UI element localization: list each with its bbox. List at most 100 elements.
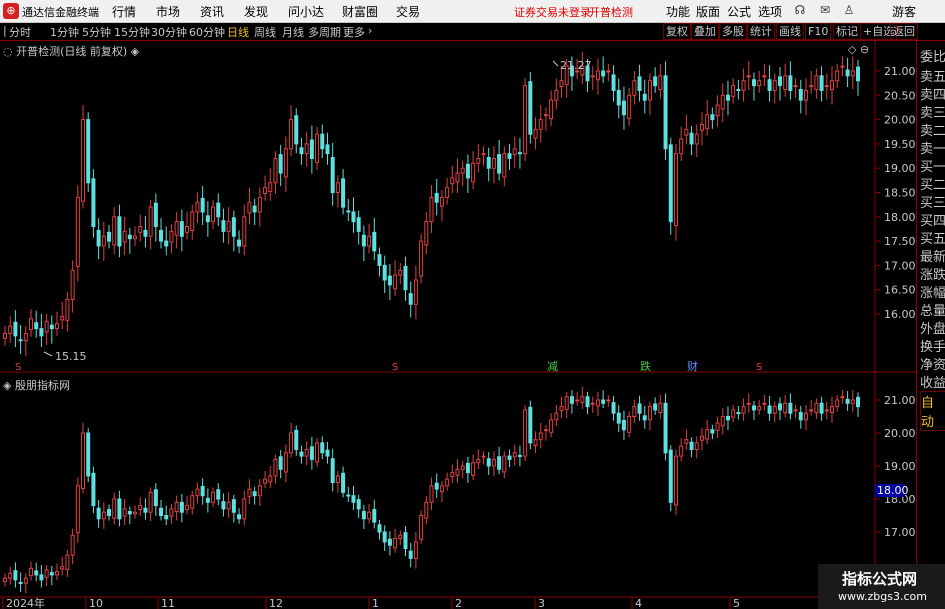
menu-ask-xiaoda[interactable]: 问小达 bbox=[288, 3, 324, 20]
main-candle bbox=[653, 67, 658, 93]
sub-candle bbox=[55, 563, 60, 580]
main-panel-controls[interactable]: ◇ ⊖ bbox=[848, 43, 869, 56]
period-15min[interactable]: 15分钟 bbox=[114, 24, 150, 40]
sub-candle bbox=[569, 390, 574, 414]
main-body bbox=[273, 157, 278, 184]
circle-dot-icon[interactable]: ◌ bbox=[3, 45, 16, 58]
sidebar-item-earnings[interactable]: 收益 bbox=[920, 372, 945, 391]
period-daily[interactable]: 日线 bbox=[227, 24, 249, 40]
sidebar-item-sell3[interactable]: 卖三 bbox=[920, 102, 945, 121]
sidebar-item-sell1[interactable]: 卖一 bbox=[920, 138, 945, 157]
sub-candle bbox=[304, 441, 309, 466]
menu-formula[interactable]: 公式 bbox=[727, 3, 751, 20]
period-5min[interactable]: 5分钟 bbox=[82, 24, 111, 40]
main-body bbox=[55, 323, 60, 330]
overlay-button[interactable]: 叠加 bbox=[691, 23, 719, 40]
sub-body bbox=[819, 402, 824, 414]
main-body bbox=[803, 89, 808, 101]
headset-icon[interactable]: ☊ bbox=[793, 2, 807, 18]
menu-wealth-circle[interactable]: 财富圈 bbox=[342, 3, 378, 20]
menu-discover[interactable]: 发现 bbox=[244, 3, 268, 20]
sub-body bbox=[569, 396, 574, 404]
toolbar-left-arrow-icon[interactable]: | bbox=[3, 24, 7, 37]
menu-quotes[interactable]: 行情 bbox=[112, 3, 136, 20]
kline-chart[interactable]: 16.00 16.50 17.00 17.50 18.00 18.50 19.00 19.50… bbox=[0, 40, 916, 609]
main-body bbox=[294, 115, 299, 145]
sub-body bbox=[429, 485, 434, 503]
sidebar-item-buy3[interactable]: 买三 bbox=[920, 192, 945, 211]
chevron-right-icon[interactable]: › bbox=[368, 24, 372, 37]
sub-candle bbox=[538, 423, 543, 449]
sub-body bbox=[330, 458, 335, 483]
sub-candle bbox=[367, 503, 372, 524]
period-more[interactable]: 更多 bbox=[343, 24, 365, 40]
sub-candle bbox=[81, 423, 86, 494]
f10-button[interactable]: F10 bbox=[805, 23, 832, 40]
period-weekly[interactable]: 周线 bbox=[254, 24, 276, 40]
sidebar-item-net-assets[interactable]: 净资 bbox=[920, 354, 945, 373]
dropdown-icon[interactable]: ◈ bbox=[3, 379, 15, 392]
sub-body bbox=[502, 455, 507, 473]
sidebar-item-outer[interactable]: 外盘 bbox=[920, 318, 945, 337]
sub-candle bbox=[751, 400, 756, 421]
main-candle bbox=[845, 57, 850, 88]
period-30min[interactable]: 30分钟 bbox=[151, 24, 187, 40]
sub-candle bbox=[653, 397, 658, 415]
period-monthly[interactable]: 月线 bbox=[282, 24, 304, 40]
shirt-icon[interactable]: ♙ bbox=[842, 2, 856, 18]
guest-label[interactable]: 游客 bbox=[892, 3, 916, 20]
sub-candle bbox=[762, 395, 767, 411]
menu-function[interactable]: 功能 bbox=[666, 3, 690, 20]
period-intraday[interactable]: 分时 bbox=[9, 24, 31, 40]
sidebar-item-weibi[interactable]: 委比 bbox=[920, 46, 945, 65]
sidebar-item-latest[interactable]: 最新 bbox=[920, 246, 945, 265]
mail-icon[interactable]: ✉ bbox=[818, 2, 832, 18]
main-body bbox=[231, 217, 236, 237]
sidebar-item-sell5[interactable]: 卖五 bbox=[920, 66, 945, 85]
main-body bbox=[439, 196, 444, 207]
period-60min[interactable]: 60分钟 bbox=[189, 24, 225, 40]
sub-body bbox=[424, 501, 429, 519]
menu-layout[interactable]: 版面 bbox=[696, 3, 720, 20]
sub-body bbox=[642, 415, 647, 421]
mark-button[interactable]: 标记 bbox=[833, 23, 861, 40]
statistics-button[interactable]: 统计 bbox=[747, 23, 775, 40]
menu-news[interactable]: 资讯 bbox=[200, 3, 224, 20]
main-candle bbox=[601, 56, 606, 84]
sub-body bbox=[829, 406, 834, 414]
main-body bbox=[242, 216, 247, 247]
sidebar-item-turnover[interactable]: 换手 bbox=[920, 336, 945, 355]
settings-icon[interactable]: ◈ bbox=[127, 45, 139, 58]
sub-body bbox=[580, 396, 585, 404]
menu-market[interactable]: 市场 bbox=[156, 3, 180, 20]
period-1min[interactable]: 1分钟 bbox=[50, 24, 79, 40]
sidebar-item-buy1[interactable]: 买一 bbox=[920, 156, 945, 175]
main-candle bbox=[289, 105, 294, 157]
main-candle bbox=[356, 210, 361, 245]
trade-login-warning[interactable]: 证券交易未登录 bbox=[514, 4, 591, 20]
sidebar-item-buy4[interactable]: 买四 bbox=[920, 210, 945, 229]
sidebar-item-buy5[interactable]: 买五 bbox=[920, 228, 945, 247]
sidebar-item-change-pct[interactable]: 涨幅 bbox=[920, 282, 945, 301]
menu-options[interactable]: 选项 bbox=[758, 3, 782, 20]
sub-candle bbox=[705, 419, 710, 444]
adjust-button[interactable]: 复权 bbox=[663, 23, 691, 40]
sidebar-item-volume[interactable]: 总量 bbox=[920, 300, 945, 319]
sub-body bbox=[616, 412, 621, 424]
period-multi[interactable]: 多周期 bbox=[308, 24, 341, 40]
draw-line-button[interactable]: 画线 bbox=[776, 23, 804, 40]
sidebar-item-sell4[interactable]: 卖四 bbox=[920, 84, 945, 103]
sidebar-item-sell2[interactable]: 卖二 bbox=[920, 120, 945, 139]
multi-stock-button[interactable]: 多股 bbox=[719, 23, 747, 40]
back-button[interactable]: 返回 bbox=[890, 23, 918, 40]
sidebar-item-change[interactable]: 涨跌 bbox=[920, 264, 945, 283]
menu-trade[interactable]: 交易 bbox=[396, 3, 420, 20]
sidebar-item-buy2[interactable]: 买二 bbox=[920, 174, 945, 193]
sub-candle bbox=[819, 396, 824, 421]
auto-button[interactable]: 自动 bbox=[920, 391, 945, 431]
sub-body bbox=[585, 396, 590, 408]
main-y-tick-label: 19.00 bbox=[884, 162, 916, 175]
sub-candle bbox=[850, 390, 855, 413]
sub-candle bbox=[450, 464, 455, 483]
sub-candle bbox=[533, 431, 538, 454]
